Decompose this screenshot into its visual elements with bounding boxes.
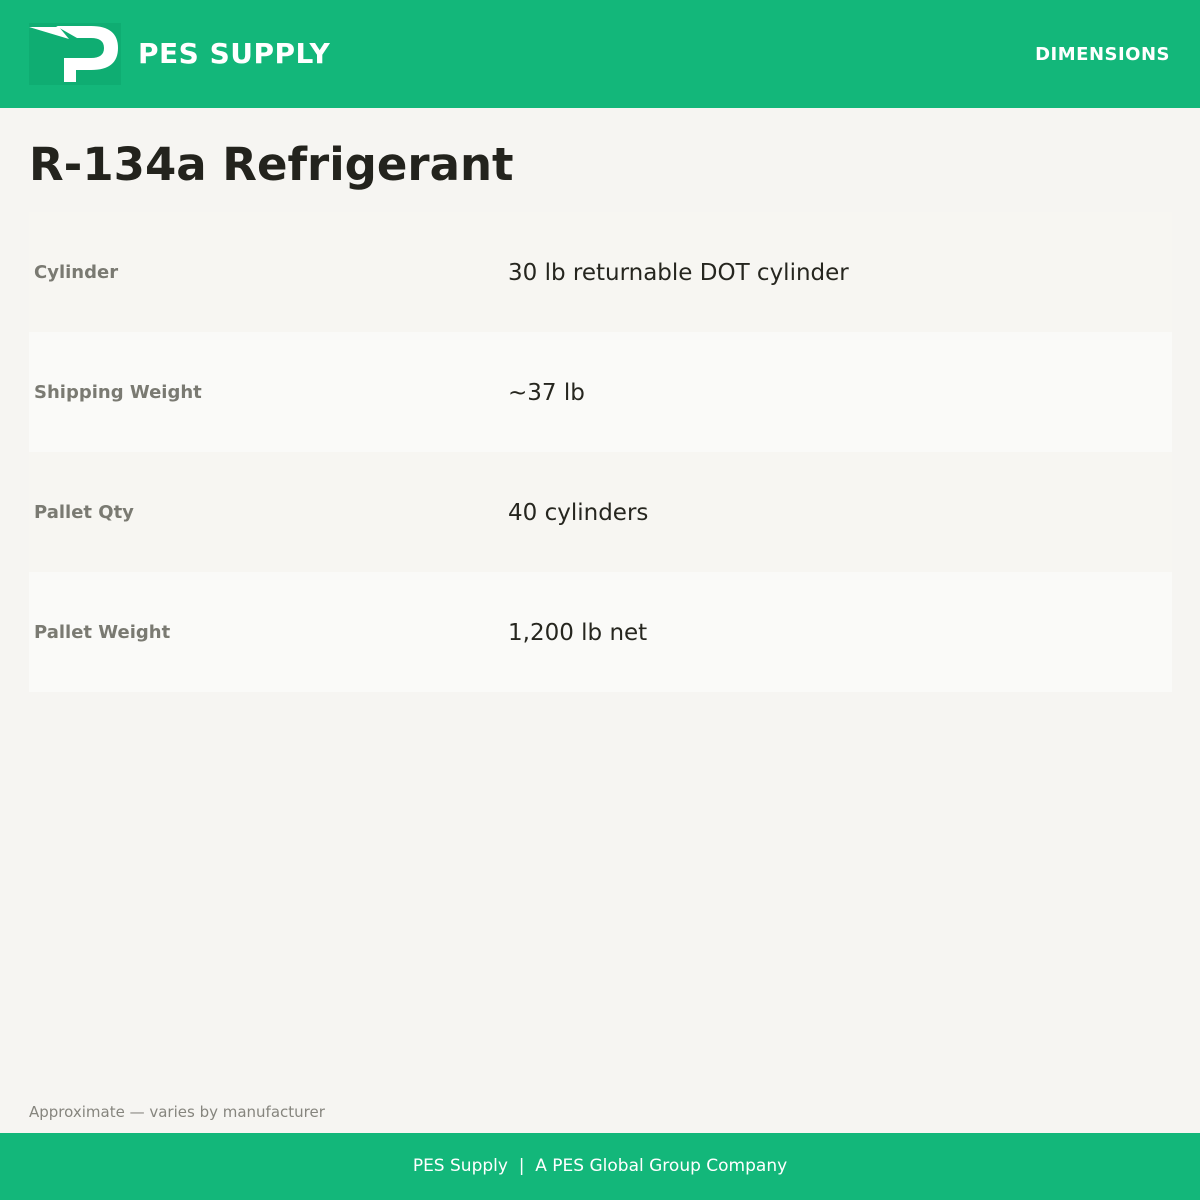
pes-p-logo-icon[interactable] bbox=[29, 23, 121, 85]
site-header: PES SUPPLY DIMENSIONS bbox=[0, 0, 1200, 108]
spec-label: Pallet Qty bbox=[34, 502, 134, 523]
spec-row-pallet-qty: Pallet Qty 40 cylinders bbox=[29, 452, 1172, 572]
spec-row-cylinder: Cylinder 30 lb returnable DOT cylinder bbox=[29, 212, 1172, 332]
spec-label: Cylinder bbox=[34, 262, 119, 283]
nav-dimensions-link[interactable]: DIMENSIONS bbox=[1035, 44, 1170, 66]
spec-value: 40 cylinders bbox=[508, 500, 649, 526]
spec-value: 1,200 lb net bbox=[508, 620, 648, 646]
page: PES SUPPLY DIMENSIONS R-134a Refrigerant… bbox=[0, 0, 1200, 1200]
approximation-note: Approximate — varies by manufacturer bbox=[29, 1103, 325, 1121]
logo-mark bbox=[29, 26, 118, 82]
spec-value: 30 lb returnable DOT cylinder bbox=[508, 260, 849, 286]
spec-row-shipping-weight: Shipping Weight ~37 lb bbox=[29, 332, 1172, 452]
spec-label: Shipping Weight bbox=[34, 382, 202, 403]
page-title: R-134a Refrigerant bbox=[29, 138, 514, 191]
spec-value: ~37 lb bbox=[508, 380, 585, 406]
spec-table: Cylinder 30 lb returnable DOT cylinder S… bbox=[29, 212, 1172, 692]
spec-row-pallet-weight: Pallet Weight 1,200 lb net bbox=[29, 572, 1172, 692]
brand-name[interactable]: PES SUPPLY bbox=[138, 36, 330, 72]
footer-text: PES Supply | A PES Global Group Company bbox=[412, 1156, 788, 1176]
spec-label: Pallet Weight bbox=[34, 622, 171, 643]
site-footer: PES Supply | A PES Global Group Company bbox=[0, 1133, 1200, 1200]
